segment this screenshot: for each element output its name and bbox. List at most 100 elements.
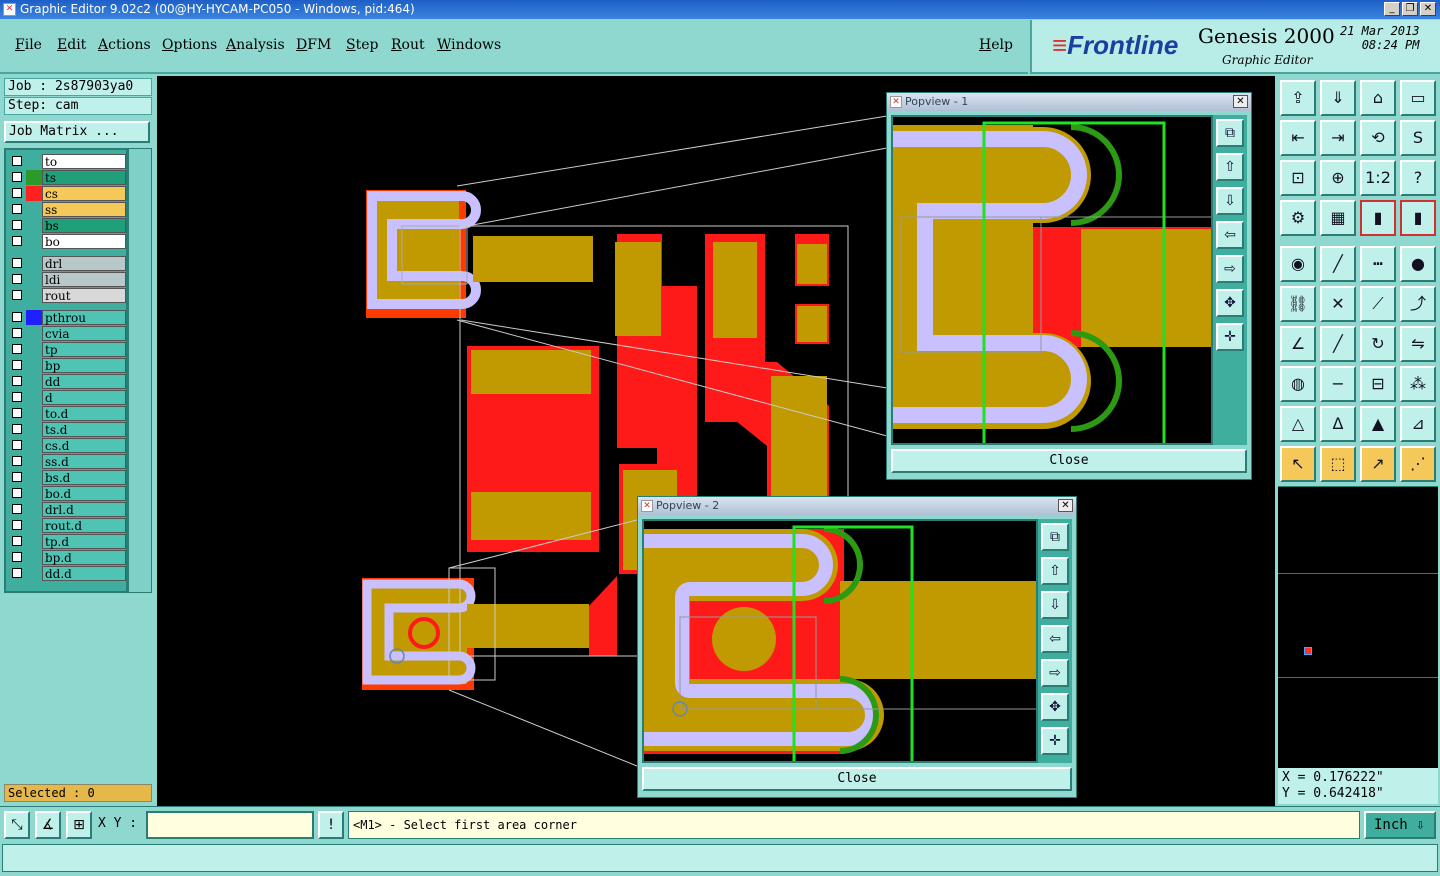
layer-row[interactable]: bp.d xyxy=(8,550,126,565)
layer-row[interactable]: ss xyxy=(8,202,126,217)
layer-name[interactable]: to xyxy=(42,154,126,169)
layer-checkbox[interactable] xyxy=(12,172,22,182)
layer-name[interactable]: ldi xyxy=(42,272,126,287)
pad-icon[interactable]: ◉ xyxy=(1280,246,1316,282)
triangle-red-icon[interactable]: ▲ xyxy=(1360,406,1396,442)
layer-checkbox[interactable] xyxy=(12,258,22,268)
layer-name[interactable]: dd xyxy=(42,374,126,389)
layer-checkbox[interactable] xyxy=(12,344,22,354)
layer-name[interactable]: ss.d xyxy=(42,454,126,469)
grid-mode-icon[interactable]: ⊞ xyxy=(66,811,92,839)
layer-name[interactable]: pthrou xyxy=(42,310,126,325)
layer-checkbox[interactable] xyxy=(12,204,22,214)
layer-row[interactable]: bp xyxy=(8,358,126,373)
layer-checkbox[interactable] xyxy=(12,440,22,450)
window-title-bar[interactable]: ✕ Graphic Editor 9.02c2 (00@HY-HYCAM-PC0… xyxy=(0,0,1440,19)
layer-checkbox[interactable] xyxy=(12,392,22,402)
menu-actions[interactable]: Actions xyxy=(98,37,151,53)
line-icon[interactable]: ╱ xyxy=(1320,246,1356,282)
layer-name[interactable]: ss xyxy=(42,202,126,217)
popview-zoom-out-icon[interactable]: ✛ xyxy=(1041,727,1069,755)
layer-name[interactable]: tp xyxy=(42,342,126,357)
layer-name[interactable]: bs.d xyxy=(42,470,126,485)
info-icon[interactable]: ! xyxy=(318,811,344,839)
unit-selector[interactable]: Inch ⇩ xyxy=(1364,811,1436,839)
angle-mode-icon[interactable]: ∡ xyxy=(35,811,61,839)
layer-name[interactable]: bp xyxy=(42,358,126,373)
popview-1-title-bar[interactable]: ✕ Popview - 1 ✕ xyxy=(887,93,1251,111)
triangle-icon[interactable]: △ xyxy=(1280,406,1316,442)
arc-icon[interactable]: ↻ xyxy=(1360,326,1396,362)
layer-checkbox[interactable] xyxy=(12,360,22,370)
layer-name[interactable]: to.d xyxy=(42,406,126,421)
layer-name[interactable]: cvia xyxy=(42,326,126,341)
menu-analysis[interactable]: Analysis xyxy=(226,37,285,53)
menu-file[interactable]: File xyxy=(15,37,42,53)
pad-set-icon[interactable]: ◍ xyxy=(1280,366,1316,402)
layer-row[interactable]: pthrou xyxy=(8,310,126,325)
layer-down-icon[interactable]: ⇓ xyxy=(1320,80,1356,116)
window-icon[interactable]: ▭ xyxy=(1400,80,1436,116)
circle-icon[interactable]: ● xyxy=(1400,246,1436,282)
layer-row[interactable]: tp.d xyxy=(8,534,126,549)
snap-mode-icon[interactable]: ⤡ xyxy=(4,811,30,839)
layer-name[interactable]: bs xyxy=(42,218,126,233)
xy-input[interactable] xyxy=(146,811,314,839)
layer-row[interactable]: bo.d xyxy=(8,486,126,501)
layer-checkbox[interactable] xyxy=(12,472,22,482)
layer-name[interactable]: bo xyxy=(42,234,126,249)
popview-2-title-bar[interactable]: ✕ Popview - 2 ✕ xyxy=(638,497,1076,515)
slash-icon[interactable]: ╱ xyxy=(1320,326,1356,362)
scale-1-2-icon[interactable]: 1:2 xyxy=(1360,160,1396,196)
arc-node-icon[interactable]: ⤴ xyxy=(1400,286,1436,322)
popview-2-canvas[interactable] xyxy=(642,519,1038,763)
zoom-prev-icon[interactable]: ⇤ xyxy=(1280,120,1316,156)
layer-row[interactable]: cs xyxy=(8,186,126,201)
settings-icon[interactable]: ⚙ xyxy=(1280,200,1316,236)
select-plus-icon[interactable]: ↗ xyxy=(1360,446,1396,482)
layer-checkbox[interactable] xyxy=(12,156,22,166)
layer-name[interactable]: bo.d xyxy=(42,486,126,501)
layer-row[interactable]: bs.d xyxy=(8,470,126,485)
layer-checkbox[interactable] xyxy=(12,456,22,466)
popview-1-canvas[interactable] xyxy=(891,115,1213,445)
layer-row[interactable]: ts.d xyxy=(8,422,126,437)
layer-name[interactable]: ts.d xyxy=(42,422,126,437)
layer-row[interactable]: cs.d xyxy=(8,438,126,453)
layer-checkbox[interactable] xyxy=(12,536,22,546)
popview-zoom-out-icon[interactable]: ✛ xyxy=(1216,323,1244,351)
graphic-canvas[interactable]: ✕ Popview - 1 ✕ ⧉ ⇧ ⇩ ⇦ ⇨ ✥ ✛ Close ✕ Po… xyxy=(157,76,1275,806)
popview-pan-down-icon[interactable]: ⇩ xyxy=(1216,187,1244,215)
s-curve-icon[interactable]: S xyxy=(1400,120,1436,156)
layer-checkbox[interactable] xyxy=(12,236,22,246)
layer-row[interactable]: ts xyxy=(8,170,126,185)
layer-up-icon[interactable]: ⇪ xyxy=(1280,80,1316,116)
ruler-icon[interactable]: ┅ xyxy=(1360,246,1396,282)
popview-pan-up-icon[interactable]: ⇧ xyxy=(1216,153,1244,181)
popview-1-window[interactable]: ✕ Popview - 1 ✕ ⧉ ⇧ ⇩ ⇦ ⇨ ✥ ✛ Close xyxy=(886,92,1252,480)
layer-checkbox[interactable] xyxy=(12,424,22,434)
layer-checkbox[interactable] xyxy=(12,408,22,418)
layer-name[interactable]: drl xyxy=(42,256,126,271)
grid-icon[interactable]: ▦ xyxy=(1320,200,1356,236)
popview-pan-left-icon[interactable]: ⇦ xyxy=(1216,221,1244,249)
popview-pan-up-icon[interactable]: ⇧ xyxy=(1041,557,1069,585)
rotate-icon[interactable]: ⟲ xyxy=(1360,120,1396,156)
layer-checkbox[interactable] xyxy=(12,274,22,284)
layer-row[interactable]: to xyxy=(8,154,126,169)
layer-row[interactable]: rout xyxy=(8,288,126,303)
select-box-icon[interactable]: ⬚ xyxy=(1320,446,1356,482)
triangle-a-icon[interactable]: Δ xyxy=(1320,406,1356,442)
layer-row[interactable]: drl.d xyxy=(8,502,126,517)
popview-pan-right-icon[interactable]: ⇨ xyxy=(1216,255,1244,283)
layer-name[interactable]: d xyxy=(42,390,126,405)
select-arrow-icon[interactable]: ↖ xyxy=(1280,446,1316,482)
layer-name[interactable]: rout.d xyxy=(42,518,126,533)
layer-checkbox[interactable] xyxy=(12,312,22,322)
cluster-icon[interactable]: ⁂ xyxy=(1400,366,1436,402)
minimize-button[interactable]: _ xyxy=(1384,2,1400,16)
help-icon[interactable]: ? xyxy=(1400,160,1436,196)
layer-row[interactable]: ss.d xyxy=(8,454,126,469)
layer-checkbox[interactable] xyxy=(12,220,22,230)
layer-name[interactable]: cs xyxy=(42,186,126,201)
